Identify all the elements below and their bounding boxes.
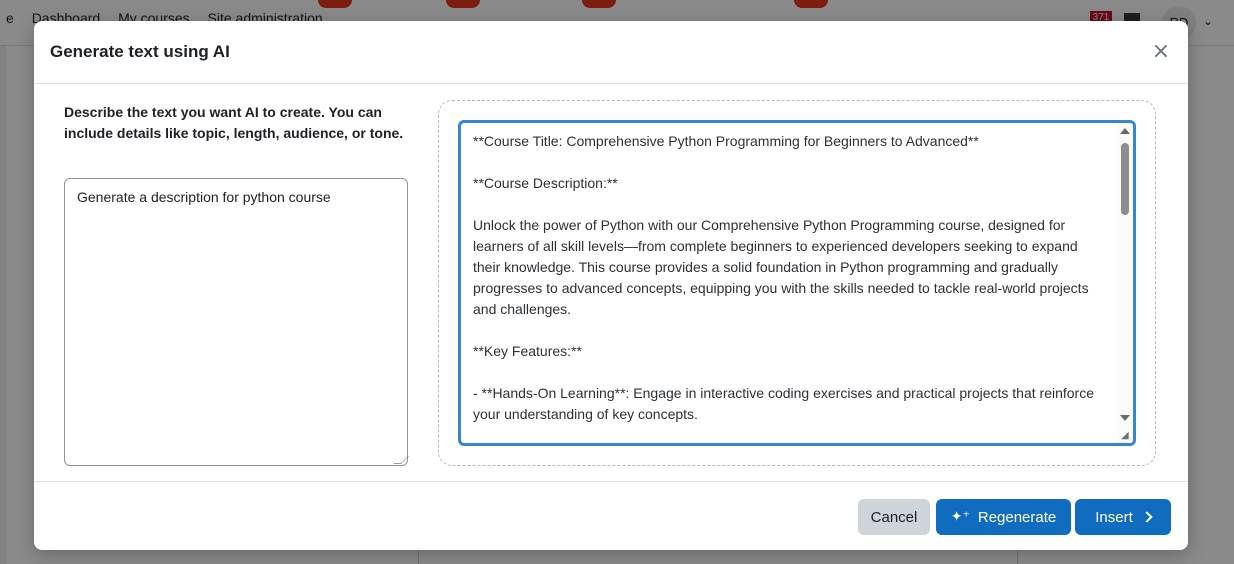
close-icon: × bbox=[1151, 39, 1171, 64]
modal-title: Generate text using AI bbox=[50, 42, 230, 61]
generate-text-modal: Generate text using AI × Describe the te… bbox=[34, 21, 1188, 550]
modal-footer: Cancel ✦⁺ Regenerate Insert bbox=[34, 481, 1188, 550]
cancel-button-label: Cancel bbox=[870, 508, 918, 526]
generated-text[interactable]: **Course Title: Comprehensive Python Pro… bbox=[473, 131, 1103, 425]
regenerate-button-label: Regenerate bbox=[977, 508, 1057, 526]
cancel-button[interactable]: Cancel bbox=[858, 499, 930, 535]
scroll-up-arrow-icon[interactable] bbox=[1120, 128, 1130, 134]
resize-handle-icon[interactable]: ◢ bbox=[1121, 431, 1131, 441]
prompt-textarea[interactable] bbox=[64, 178, 408, 466]
chevron-right-icon bbox=[1141, 511, 1153, 523]
sparkle-icon: ✦⁺ bbox=[950, 509, 970, 525]
generated-text-area[interactable]: **Course Title: Comprehensive Python Pro… bbox=[458, 120, 1136, 446]
scrollbar-thumb[interactable] bbox=[1121, 143, 1129, 215]
close-button[interactable]: × bbox=[1146, 37, 1176, 67]
regenerate-button[interactable]: ✦⁺ Regenerate bbox=[936, 499, 1071, 535]
insert-button[interactable]: Insert bbox=[1075, 499, 1171, 535]
scrollbar[interactable] bbox=[1117, 123, 1133, 443]
prompt-label: Describe the text you want AI to create.… bbox=[64, 104, 404, 141]
insert-button-label: Insert bbox=[1095, 508, 1133, 526]
scroll-down-arrow-icon[interactable] bbox=[1120, 415, 1130, 421]
modal-header: Generate text using AI × bbox=[34, 21, 1188, 84]
